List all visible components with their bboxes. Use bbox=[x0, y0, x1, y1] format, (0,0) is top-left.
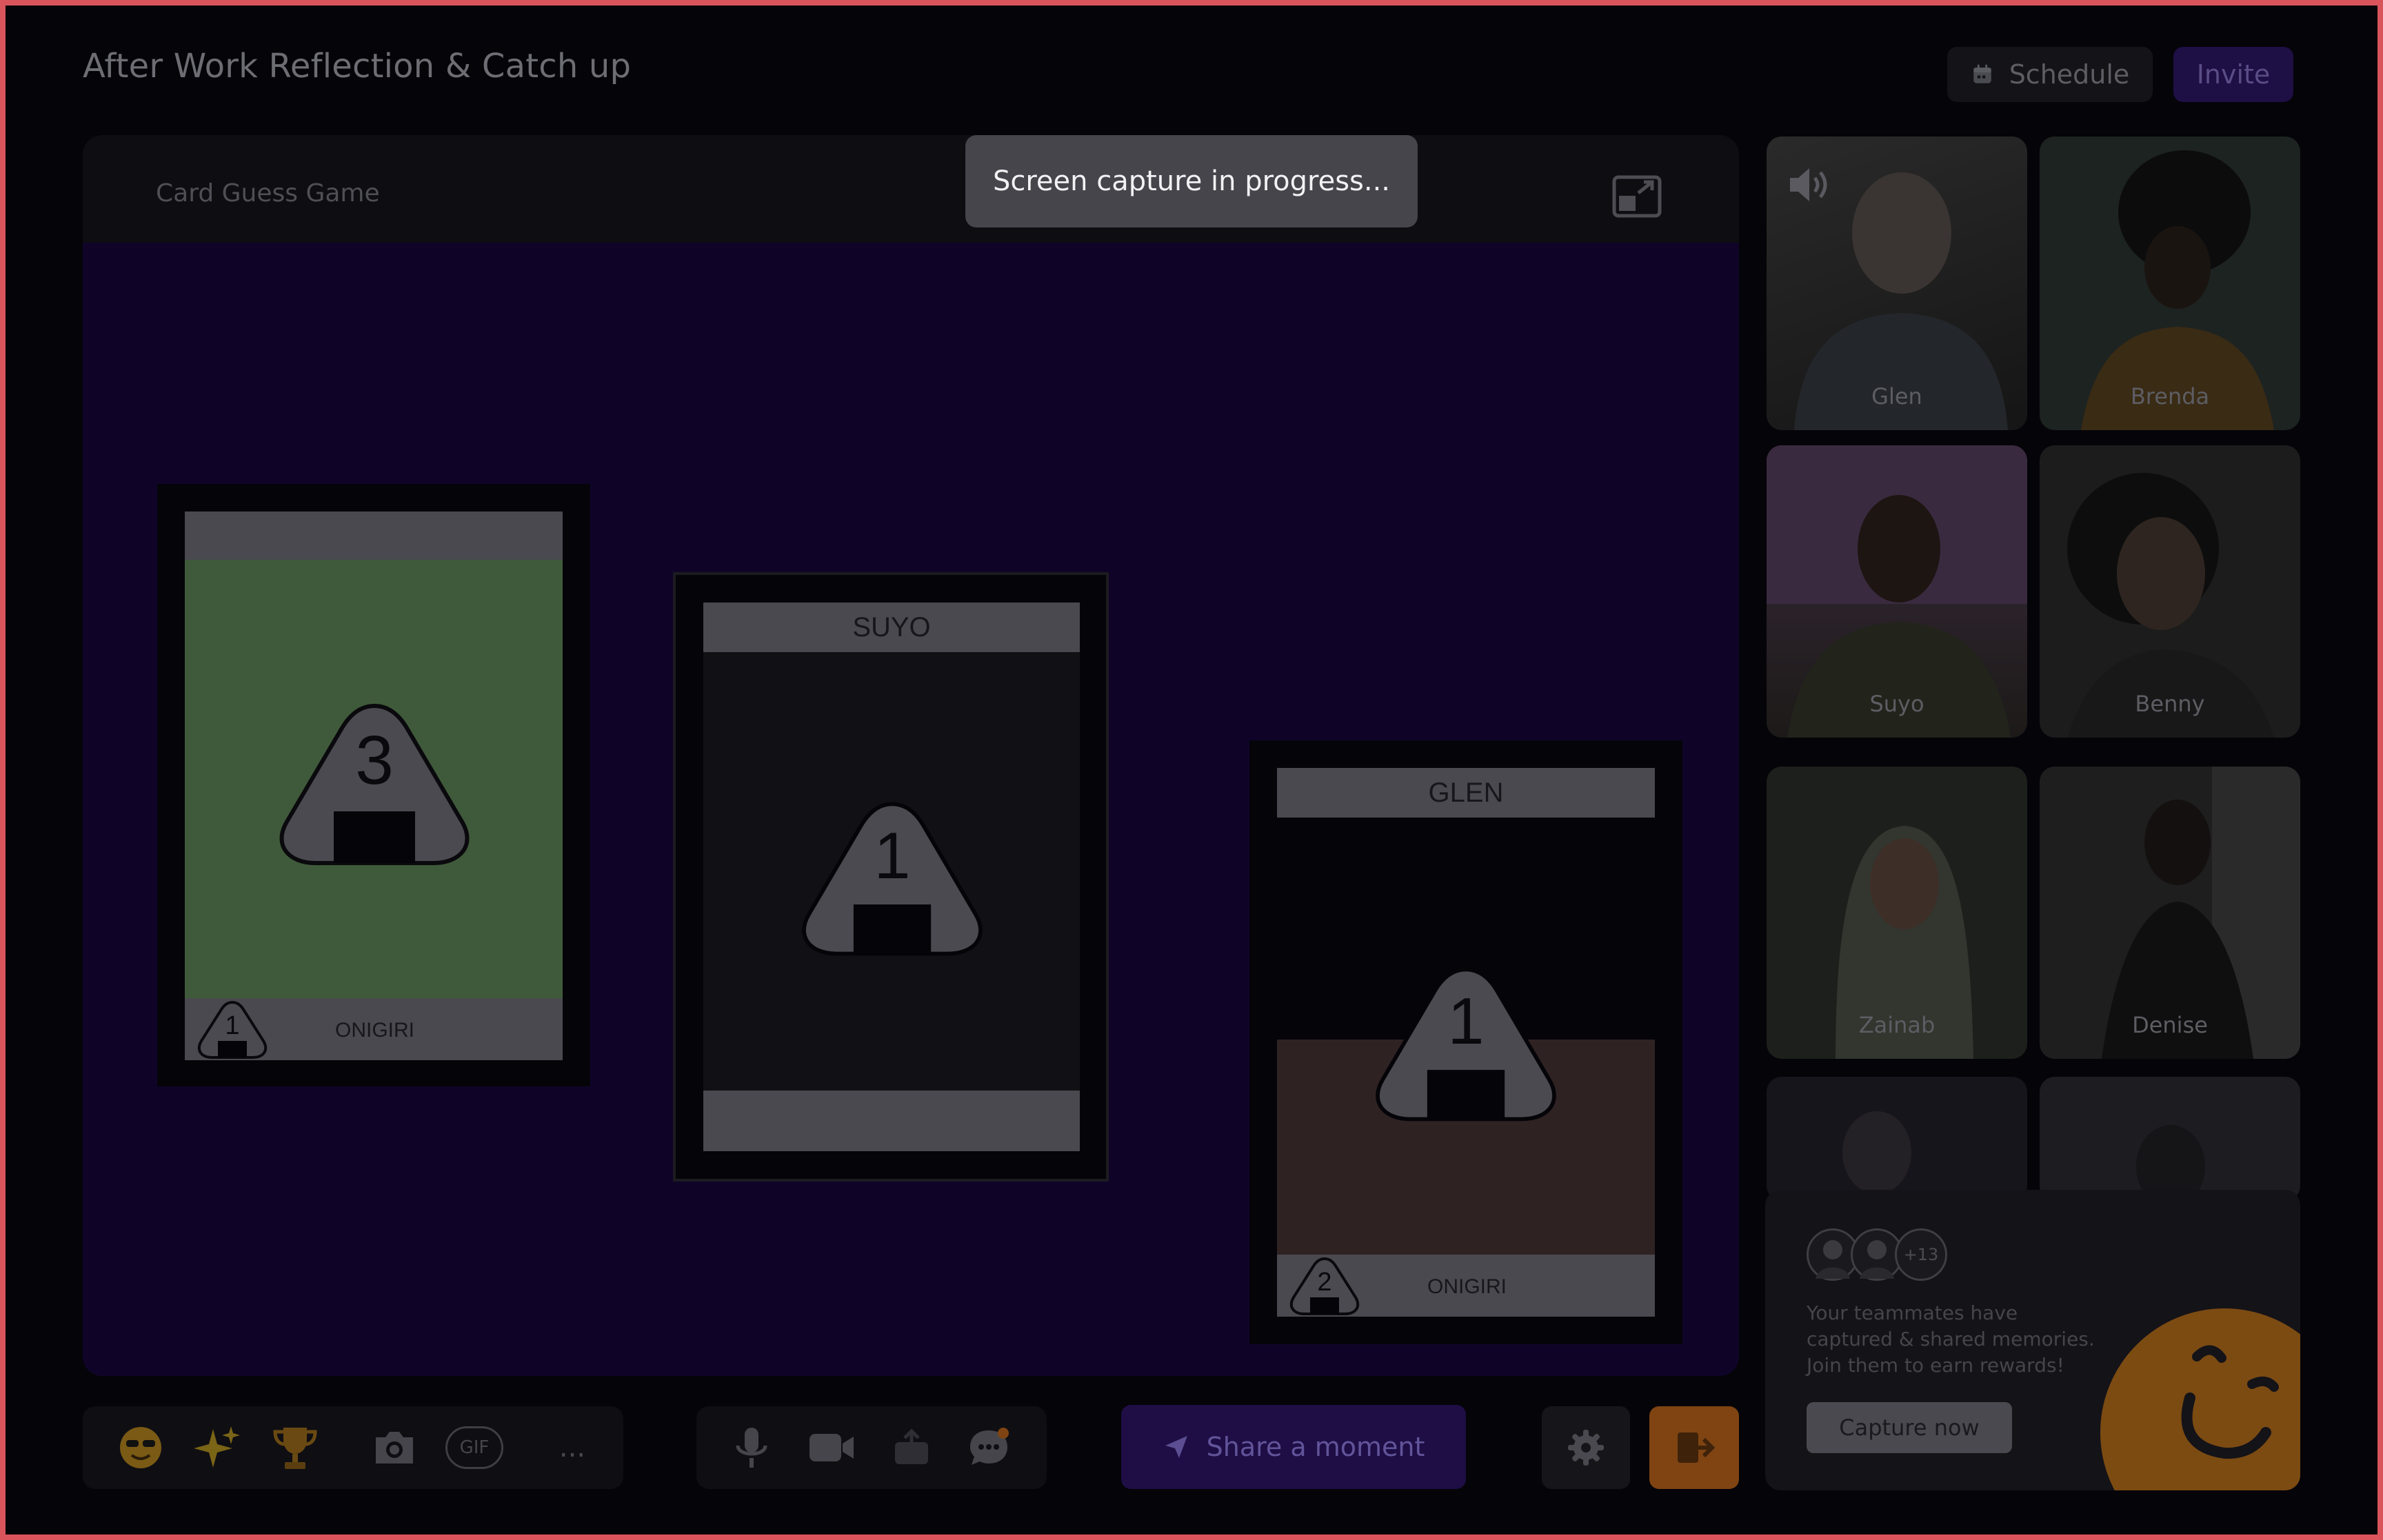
card-face: GLEN 1 2 ONIGIRI bbox=[1277, 768, 1655, 1317]
badge-number: 2 bbox=[1317, 1268, 1331, 1297]
participant-name: Brenda bbox=[2130, 383, 2210, 409]
card-footer-label: ONIGIRI bbox=[1427, 1275, 1507, 1298]
participant-tile-zainab[interactable]: Zainab bbox=[1767, 767, 2027, 1059]
card-face: 3 1 ONIGIRI bbox=[185, 511, 563, 1060]
settings-button[interactable] bbox=[1542, 1406, 1630, 1489]
game-title: Card Guess Game bbox=[156, 179, 380, 207]
card-board: 3 1 ONIGIRI SUYO 1 GLEN 1 2 ONIGIRI bbox=[83, 243, 1739, 1376]
badge-number: 1 bbox=[225, 1011, 239, 1040]
screen-capture-toast: Screen capture in progress... bbox=[965, 135, 1418, 227]
card-footer-label: ONIGIRI bbox=[335, 1019, 415, 1042]
avatar-more-count: +13 bbox=[1895, 1228, 1947, 1281]
card-face: SUYO 1 bbox=[703, 602, 1080, 1151]
cool-emoji-icon[interactable] bbox=[113, 1420, 168, 1475]
participant-photo bbox=[2136, 1125, 2205, 1201]
participant-name: Glen bbox=[1871, 383, 1922, 409]
card-suyo[interactable]: SUYO 1 bbox=[673, 572, 1109, 1182]
participant-tile-partial-1[interactable] bbox=[1767, 1077, 2027, 1201]
onigiri-number: 1 bbox=[874, 820, 911, 893]
onigiri-icon: 3 bbox=[279, 703, 470, 865]
promo-text: Your teammates have captured & shared me… bbox=[1807, 1301, 2095, 1377]
gear-icon bbox=[1568, 1430, 1604, 1466]
participant-tile-benny[interactable]: Benny bbox=[2040, 445, 2300, 738]
trophy-icon[interactable] bbox=[268, 1420, 323, 1475]
participant-tile-glen[interactable]: Glen bbox=[1767, 136, 2027, 430]
share-screen-icon[interactable] bbox=[884, 1420, 939, 1475]
camera-icon[interactable] bbox=[367, 1420, 422, 1475]
card-top-band: GLEN bbox=[1277, 768, 1655, 818]
calendar-icon bbox=[1973, 64, 1991, 83]
participant-name: Zainab bbox=[1858, 1012, 1935, 1038]
avatar-photo bbox=[1860, 1240, 1894, 1279]
expand-icon[interactable] bbox=[1612, 175, 1662, 218]
participant-tile-denise[interactable]: Denise bbox=[2040, 767, 2300, 1059]
participant-name: Benny bbox=[2135, 691, 2205, 717]
exit-icon bbox=[1678, 1432, 1716, 1463]
participant-tile-brenda[interactable]: Brenda bbox=[2040, 136, 2300, 430]
participant-name: Denise bbox=[2132, 1012, 2208, 1038]
stage-header: Card Guess Game bbox=[83, 135, 1739, 245]
schedule-label: Schedule bbox=[2009, 59, 2130, 90]
avatar-photo bbox=[1816, 1240, 1850, 1279]
leave-call-button[interactable] bbox=[1649, 1406, 1739, 1489]
share-moment-label: Share a moment bbox=[1206, 1432, 1425, 1462]
onigiri-icon: 1 bbox=[802, 802, 983, 956]
card-onigiri-3[interactable]: 3 1 ONIGIRI bbox=[157, 484, 590, 1086]
media-controls bbox=[696, 1406, 1047, 1489]
more-options-button[interactable]: ... bbox=[545, 1420, 600, 1475]
share-moment-button[interactable]: Share a moment bbox=[1121, 1405, 1466, 1489]
schedule-button[interactable]: Schedule bbox=[1947, 47, 2153, 102]
onigiri-number: 3 bbox=[355, 722, 394, 799]
game-stage: Card Guess Game 3 1 ONIGIRI SUYO 1 GLEN … bbox=[83, 135, 1739, 1376]
participant-photo bbox=[1842, 1111, 1911, 1194]
capture-now-button[interactable]: Capture now bbox=[1807, 1402, 2012, 1453]
invite-button[interactable]: Invite bbox=[2173, 47, 2293, 102]
gif-button[interactable]: GIF bbox=[444, 1420, 505, 1475]
microphone-icon[interactable] bbox=[724, 1420, 779, 1475]
gif-label: GIF bbox=[445, 1426, 503, 1469]
card-top-band bbox=[185, 511, 563, 560]
reactions-toolbar: GIF ... bbox=[83, 1406, 623, 1489]
meeting-title: After Work Reflection & Catch up bbox=[83, 47, 632, 85]
participant-tile-suyo[interactable]: Suyo bbox=[1767, 445, 2027, 738]
video-camera-icon[interactable] bbox=[804, 1420, 859, 1475]
send-icon bbox=[1165, 1436, 1187, 1458]
capture-promo-card: +13 Your teammates have captured & share… bbox=[1765, 1190, 2300, 1490]
speaker-icon bbox=[1790, 168, 1827, 201]
participant-name: Suyo bbox=[1869, 691, 1924, 717]
participant-tile-partial-2[interactable] bbox=[2040, 1077, 2300, 1201]
onigiri-badge-icon: 1 bbox=[197, 1000, 268, 1059]
onigiri-icon: 1 bbox=[1376, 967, 1556, 1122]
onigiri-badge-icon: 2 bbox=[1289, 1257, 1360, 1315]
card-top-band: SUYO bbox=[703, 602, 1080, 652]
sparkles-icon[interactable] bbox=[190, 1420, 245, 1475]
onigiri-number: 1 bbox=[1448, 985, 1485, 1058]
card-glen[interactable]: GLEN 1 2 ONIGIRI bbox=[1249, 740, 1682, 1344]
chat-icon[interactable] bbox=[961, 1420, 1016, 1475]
smiley-mascot-icon bbox=[2100, 1308, 2300, 1490]
card-footer-band bbox=[703, 1091, 1080, 1151]
